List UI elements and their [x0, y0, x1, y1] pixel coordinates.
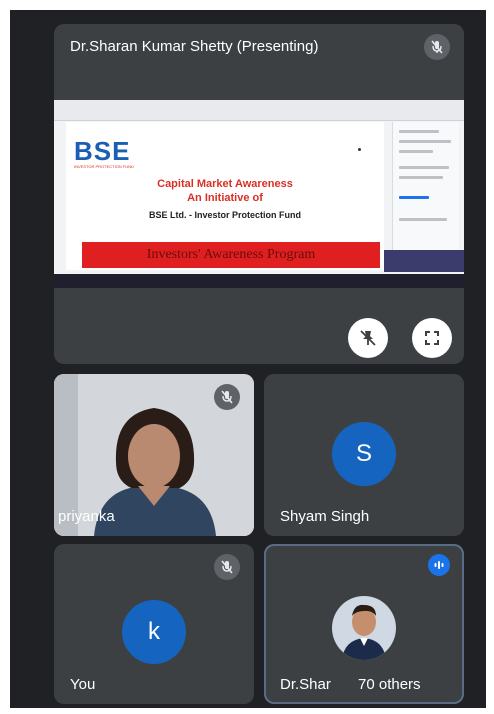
side-panel: [392, 122, 459, 252]
slide-dot: [358, 148, 361, 151]
others-count-button[interactable]: 70 others: [346, 670, 433, 700]
bse-logo: BSE: [74, 136, 131, 166]
participant-name: priyanka: [58, 508, 115, 525]
app-toolbar: [54, 100, 464, 121]
participant-name: Dr.Shar: [280, 676, 331, 693]
participant-tile-priyanka[interactable]: priyanka: [54, 374, 254, 536]
slide-banner: Investors' Awareness Program: [82, 242, 380, 268]
speaking-indicator-icon: [428, 554, 450, 576]
pin-off-icon: [360, 330, 376, 346]
fullscreen-icon: [425, 331, 439, 345]
participant-avatar-photo: [332, 596, 396, 660]
avatar: k: [122, 600, 186, 664]
bse-logo-subtitle: INVESTOR PROTECTION FUND: [74, 164, 134, 169]
pin-button[interactable]: [348, 318, 388, 358]
slide-subtitle: An Initiative of: [187, 192, 263, 204]
presenter-tile[interactable]: Dr.Sharan Kumar Shetty (Presenting) BSE …: [54, 24, 464, 364]
slide-title: Capital Market Awareness: [157, 178, 293, 190]
mic-off-icon: [214, 554, 240, 580]
presentation-slide: BSE INVESTOR PROTECTION FUND Capital Mar…: [66, 122, 384, 270]
participant-tile-you[interactable]: k You: [54, 544, 254, 704]
fullscreen-button[interactable]: [412, 318, 452, 358]
avatar: S: [332, 422, 396, 486]
participant-name: Shyam Singh: [280, 508, 370, 525]
participant-tile-shyam-singh[interactable]: S Shyam Singh: [264, 374, 464, 536]
mic-off-icon: [424, 34, 450, 60]
shared-screen: BSE INVESTOR PROTECTION FUND Capital Mar…: [54, 100, 464, 288]
participant-name: You: [70, 676, 96, 693]
taskbar: [54, 274, 464, 288]
mic-off-icon: [214, 384, 240, 410]
presenter-name: Dr.Sharan Kumar Shetty (Presenting): [70, 38, 319, 55]
meeting-grid: Dr.Sharan Kumar Shetty (Presenting) BSE …: [10, 10, 486, 708]
slide-organization: BSE Ltd. - Investor Protection Fund: [148, 210, 301, 220]
participant-tile-dr-sharan[interactable]: Dr.Shar 70 others: [264, 544, 464, 704]
bottom-panel: [384, 250, 464, 272]
